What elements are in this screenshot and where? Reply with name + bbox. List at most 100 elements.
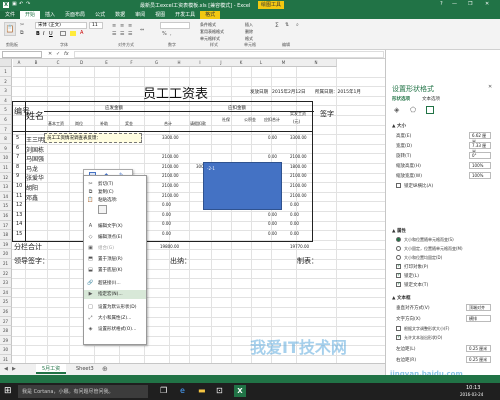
context-menu-item[interactable]: A 编辑文字(X) <box>84 222 146 231</box>
column-header[interactable]: I <box>189 59 212 67</box>
select-all-corner[interactable] <box>0 59 12 67</box>
autofit-checkbox[interactable] <box>396 326 401 331</box>
column-header[interactable]: G <box>144 59 170 67</box>
row-header[interactable]: 18 <box>0 230 12 240</box>
cut-icon[interactable]: ✂ <box>20 22 24 28</box>
align-top-icon[interactable]: ≡ <box>112 23 116 29</box>
locked-checkbox[interactable] <box>396 272 401 278</box>
tab-home[interactable]: 开始 <box>20 11 41 19</box>
sheet-tab[interactable]: Sheet3 <box>70 364 100 374</box>
column-header[interactable]: L <box>251 59 272 67</box>
column-header[interactable]: J <box>211 59 232 67</box>
context-menu-item[interactable]: ⬒ 置于顶层(R) <box>84 255 146 264</box>
row-header[interactable]: 22 <box>0 268 12 279</box>
sort-filter-icon[interactable]: ⇅ <box>285 22 289 28</box>
sheet-tab-active[interactable]: 5月工资 <box>36 364 67 374</box>
tab-text-options[interactable]: 文本选项 <box>422 96 440 102</box>
help-icon[interactable]: ? <box>440 1 443 7</box>
direction-select[interactable]: 横排 <box>466 315 491 322</box>
formula-input[interactable] <box>74 51 384 58</box>
name-box[interactable] <box>2 51 42 58</box>
height-input[interactable]: 6.62 厘米 <box>469 132 491 144</box>
explorer-icon[interactable]: ▬ <box>198 386 206 395</box>
edge-icon[interactable]: e <box>180 386 185 395</box>
tab-developer[interactable]: 开发工具 <box>170 11 200 19</box>
row-header[interactable]: 13 <box>0 182 12 192</box>
worksheet-grid[interactable]: ABCDEFGHIJKLMN 1 2 3 4 5 6 7 8 9 10 11 12 13 14 15 16 17… <box>0 59 385 363</box>
panel-close-icon[interactable]: ✕ <box>488 84 492 90</box>
tab-review[interactable]: 审阅 <box>130 11 150 19</box>
task-view-icon[interactable]: ❐ <box>160 386 167 395</box>
row-header[interactable]: 15 <box>0 201 12 211</box>
delete-cells-button[interactable]: 删除 <box>245 29 253 35</box>
next-sheet-icon[interactable]: ▶ <box>12 366 16 372</box>
overflow-checkbox[interactable] <box>396 334 401 340</box>
scale-height-input[interactable]: 100% <box>469 162 491 169</box>
context-menu-item[interactable]: ⤢ 大小和属性(Z)... <box>84 314 146 323</box>
underline-icon[interactable]: U <box>49 31 53 37</box>
section-textbox[interactable]: ▲ 文本框 <box>392 295 411 301</box>
shape-text[interactable]: -2-1 <box>207 166 215 171</box>
paste-option-button[interactable] <box>98 205 107 214</box>
context-menu-item[interactable]: 🔗 超链接(I)... <box>84 279 146 288</box>
lock-text-checkbox[interactable] <box>396 281 401 287</box>
row-header[interactable]: 3 <box>0 86 12 96</box>
bold-icon[interactable]: B <box>36 31 40 37</box>
paste-icon[interactable]: 📋 <box>4 22 16 36</box>
row-header[interactable]: 24 <box>0 287 12 298</box>
merge-icon[interactable]: ⇔ <box>140 27 144 33</box>
align-middle-icon[interactable]: ≡ <box>120 23 124 29</box>
align-center-icon[interactable]: ☰ <box>120 31 124 37</box>
confirm-entry-icon[interactable]: ✓ <box>56 51 60 57</box>
add-sheet-icon[interactable]: ⊕ <box>102 365 108 373</box>
excel-taskbar-icon[interactable]: X <box>234 385 246 397</box>
tab-shape-options[interactable]: 形状选项 <box>392 96 410 102</box>
margin-left-input[interactable]: 0.25 厘米 <box>466 345 491 352</box>
row-header[interactable]: 9 <box>0 143 12 154</box>
restore-button[interactable]: ❐ <box>468 1 472 7</box>
context-menu-item[interactable]: ◇ 编辑顶点(E) <box>84 233 146 242</box>
align-bottom-icon[interactable]: ≡ <box>128 23 132 29</box>
tab-formulas[interactable]: 公式 <box>90 11 110 19</box>
row-header[interactable]: 8 <box>0 134 12 144</box>
section-size[interactable]: ▲ 大小 <box>392 123 406 129</box>
column-header[interactable]: N <box>296 59 337 67</box>
store-icon[interactable]: ⊡ <box>216 386 223 395</box>
align-right-icon[interactable]: ☰ <box>128 31 132 37</box>
italic-icon[interactable]: I <box>43 31 44 37</box>
margin-right-input[interactable]: 0.25 厘米 <box>466 356 491 363</box>
undo-icon[interactable]: ↶ <box>19 1 23 7</box>
row-header[interactable]: 14 <box>0 191 12 202</box>
conditional-format-button[interactable]: 条件格式 <box>200 22 216 28</box>
column-header[interactable]: E <box>94 59 120 67</box>
copy-icon[interactable]: ⧉ <box>20 30 24 36</box>
prev-sheet-icon[interactable]: ◀ <box>4 366 8 372</box>
font-color-icon[interactable]: A <box>80 30 83 36</box>
fill-line-icon[interactable]: ◈ <box>394 106 399 114</box>
row-header[interactable]: 26 <box>0 307 12 317</box>
row-header[interactable]: 29 <box>0 335 12 346</box>
align-left-icon[interactable]: ☰ <box>112 31 116 37</box>
row-header[interactable]: 31 <box>0 355 12 363</box>
insert-cells-button[interactable]: 插入 <box>245 22 253 28</box>
column-header[interactable]: H <box>169 59 190 67</box>
redo-icon[interactable]: ↷ <box>26 1 30 7</box>
cortana-search-box[interactable]: 我是 Cortana，小娜。有问题尽管问我。 <box>18 385 148 398</box>
row-header[interactable]: 30 <box>0 345 12 355</box>
table-format-button[interactable]: 套用表格格式 <box>200 29 224 35</box>
prop2-radio[interactable] <box>396 246 401 251</box>
lock-ratio-checkbox[interactable] <box>396 183 401 188</box>
row-header[interactable]: 20 <box>0 249 12 259</box>
row-header[interactable]: 10 <box>0 153 12 163</box>
row-header[interactable]: 21 <box>0 259 12 269</box>
windows-start-icon[interactable]: ⊞ <box>4 386 12 396</box>
column-header[interactable]: D <box>69 59 95 67</box>
find-icon[interactable]: ⌕ <box>296 22 299 28</box>
context-menu-item[interactable]: ⬓ 置于底层(K) <box>84 266 146 275</box>
row-header[interactable]: 5 <box>0 105 12 115</box>
width-input[interactable]: 7.33 厘米 <box>469 142 491 154</box>
print-object-checkbox[interactable] <box>396 263 401 269</box>
row-header[interactable]: 6 <box>0 115 12 125</box>
size-properties-icon[interactable] <box>426 106 434 114</box>
column-header[interactable]: B <box>25 59 48 67</box>
